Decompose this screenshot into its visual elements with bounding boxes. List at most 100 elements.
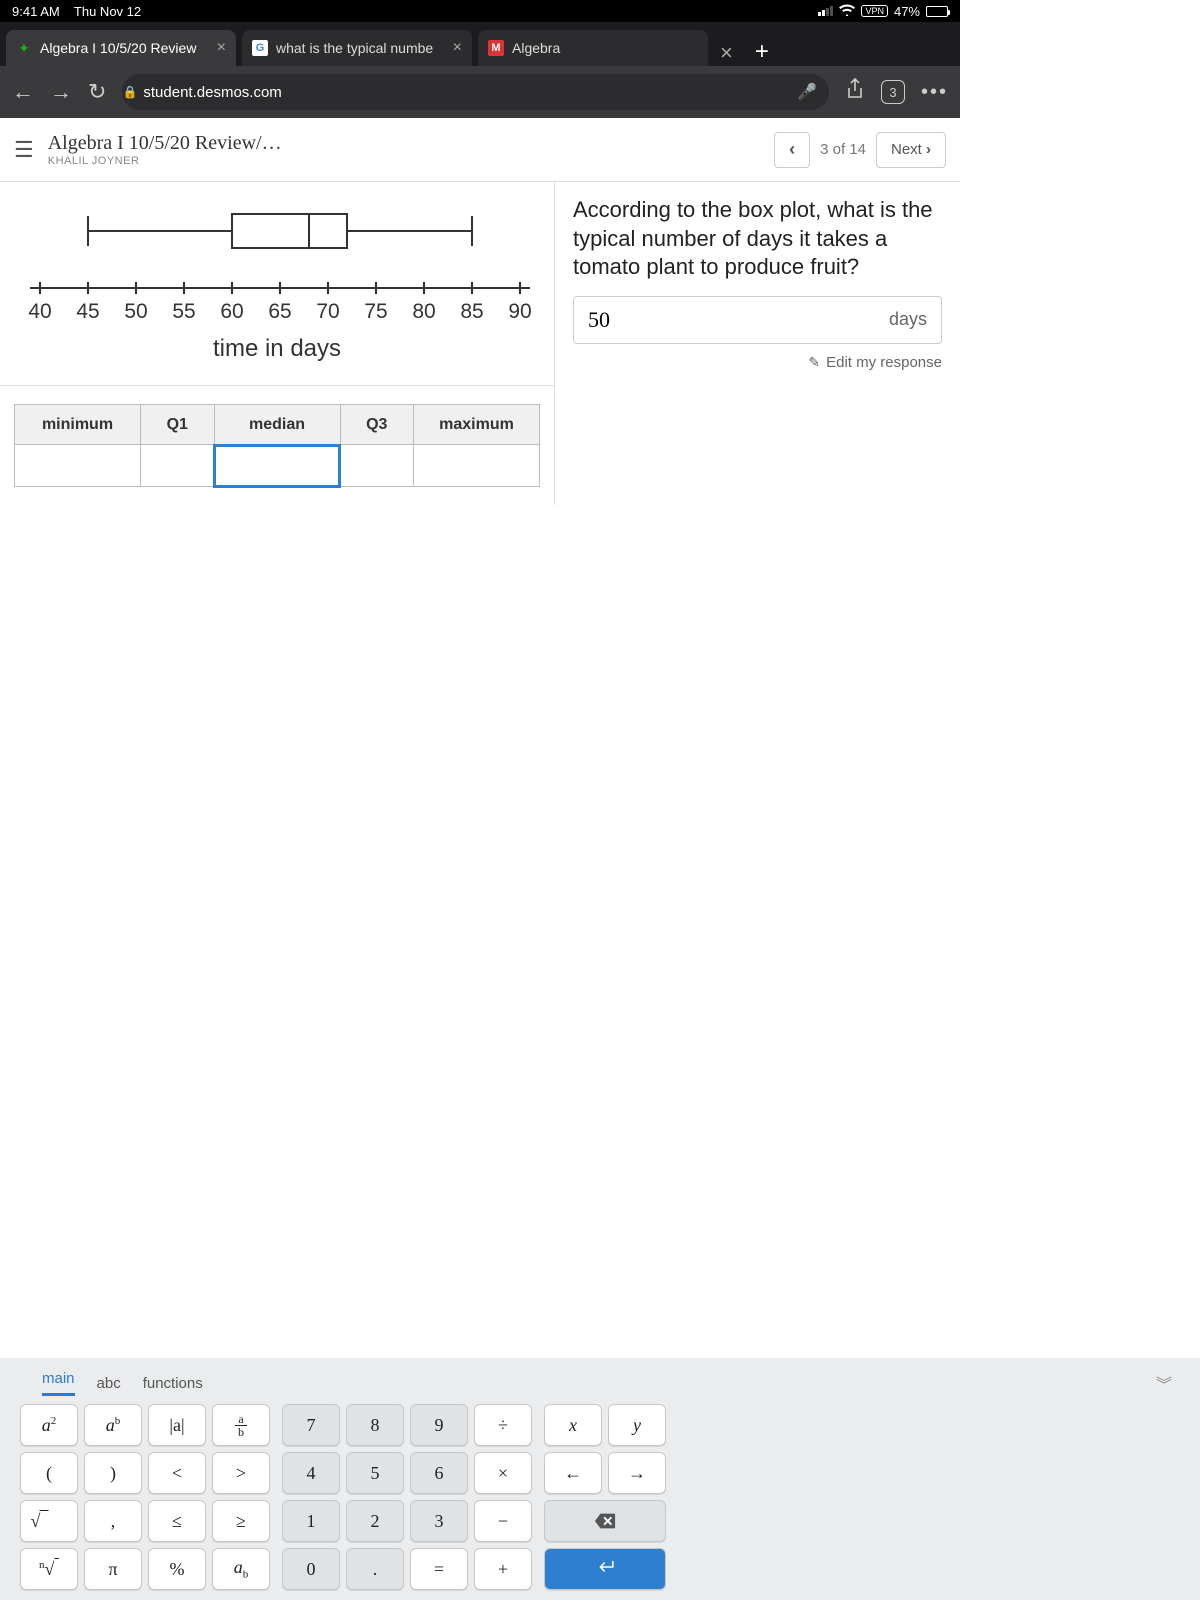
wifi-icon <box>839 4 855 19</box>
kb-tab-abc[interactable]: abc <box>97 1375 121 1392</box>
key-a-sub-b[interactable]: ab <box>212 1548 270 1590</box>
key-7[interactable]: 7 <box>282 1404 340 1446</box>
key-x[interactable]: x <box>544 1404 602 1446</box>
lock-icon: 🔒 <box>122 85 137 99</box>
svg-text:55: 55 <box>172 300 195 323</box>
kb-tab-functions[interactable]: functions <box>143 1375 203 1392</box>
key-sqrt[interactable]: √ <box>20 1500 78 1542</box>
cell-signal-icon <box>818 6 833 16</box>
next-screen-button[interactable]: Next › <box>876 132 946 168</box>
battery-icon <box>926 6 948 17</box>
collapse-keyboard-button[interactable]: ︾ <box>1156 1371 1172 1395</box>
enter-icon <box>594 1558 616 1581</box>
ipad-status-bar: 9:41 AM Thu Nov 12 VPN 47% <box>0 0 960 22</box>
key-le[interactable]: ≤ <box>148 1500 206 1542</box>
close-icon[interactable]: × <box>217 39 226 57</box>
cell-median[interactable] <box>214 445 340 487</box>
key-comma[interactable]: , <box>84 1500 142 1542</box>
key-minus[interactable]: − <box>474 1500 532 1542</box>
svg-text:40: 40 <box>28 300 51 323</box>
key-5[interactable]: 5 <box>346 1452 404 1494</box>
cell-minimum[interactable] <box>15 445 141 487</box>
google-icon: G <box>252 40 268 56</box>
edit-response-link[interactable]: ✎ Edit my response <box>573 354 942 371</box>
key-multiply[interactable]: × <box>474 1452 532 1494</box>
forward-button[interactable]: → <box>50 79 72 105</box>
reload-button[interactable]: ↻ <box>88 79 106 105</box>
cell-q1[interactable] <box>141 445 215 487</box>
svg-text:85: 85 <box>460 300 483 323</box>
tab-algebra-review[interactable]: ✦ Algebra I 10/5/20 Review × <box>6 30 236 66</box>
key-9[interactable]: 9 <box>410 1404 468 1446</box>
key-plus[interactable]: + <box>474 1548 532 1590</box>
col-q3: Q3 <box>340 405 414 445</box>
answer-unit: days <box>889 309 927 330</box>
key-4[interactable]: 4 <box>282 1452 340 1494</box>
col-maximum: maximum <box>414 405 540 445</box>
key-fraction[interactable]: ab <box>212 1404 270 1446</box>
key-a-squared[interactable]: a2 <box>20 1404 78 1446</box>
close-tab-button[interactable]: × <box>714 40 739 66</box>
key-3[interactable]: 3 <box>410 1500 468 1542</box>
key-ge[interactable]: ≥ <box>212 1500 270 1542</box>
key-percent[interactable]: % <box>148 1548 206 1590</box>
more-menu-button[interactable]: ••• <box>921 81 948 104</box>
key-pi[interactable]: π <box>84 1548 142 1590</box>
status-date: Thu Nov 12 <box>74 4 141 19</box>
key-8[interactable]: 8 <box>346 1404 404 1446</box>
key-equals[interactable]: = <box>410 1548 468 1590</box>
page-subtitle: KHALIL JOYNER <box>48 155 760 167</box>
key-right[interactable]: → <box>608 1452 666 1494</box>
menu-button[interactable]: ☰ <box>14 137 34 163</box>
key-2[interactable]: 2 <box>346 1500 404 1542</box>
key-divide[interactable]: ÷ <box>474 1404 532 1446</box>
key-lt[interactable]: < <box>148 1452 206 1494</box>
key-y[interactable]: y <box>608 1404 666 1446</box>
key-0[interactable]: 0 <box>282 1548 340 1590</box>
key-enter[interactable] <box>544 1548 666 1590</box>
page-title: Algebra I 10/5/20 Review/… <box>48 132 760 155</box>
key-nth-root[interactable]: n√ <box>20 1548 78 1590</box>
status-time: 9:41 AM <box>12 4 60 19</box>
col-median: median <box>214 405 340 445</box>
x-axis-label: time in days <box>10 331 544 375</box>
address-bar[interactable]: 🔒 student.desmos.com 🎤 <box>122 74 829 110</box>
key-left[interactable]: ← <box>544 1452 602 1494</box>
svg-text:70: 70 <box>316 300 339 323</box>
back-button[interactable]: ← <box>12 79 34 105</box>
screen-counter: 3 of 14 <box>820 141 866 158</box>
kb-tab-main[interactable]: main <box>42 1370 75 1396</box>
url-text: student.desmos.com <box>143 84 281 101</box>
key-abs[interactable]: |a| <box>148 1404 206 1446</box>
prev-screen-button[interactable]: ‹ <box>774 132 810 168</box>
tab-google-search[interactable]: G what is the typical numbe × <box>242 30 472 66</box>
svg-text:50: 50 <box>124 300 147 323</box>
browser-tabstrip: ✦ Algebra I 10/5/20 Review × G what is t… <box>0 22 960 66</box>
svg-text:80: 80 <box>412 300 435 323</box>
key-dot[interactable]: . <box>346 1548 404 1590</box>
activity-header: ☰ Algebra I 10/5/20 Review/… KHALIL JOYN… <box>0 118 960 182</box>
key-a-power-b[interactable]: ab <box>84 1404 142 1446</box>
content-area: 4045505560657075808590 time in days mini… <box>0 182 960 505</box>
key-lparen[interactable]: ( <box>20 1452 78 1494</box>
tab-label: Algebra <box>512 40 560 56</box>
summary-table[interactable]: minimum Q1 median Q3 maximum <box>0 386 554 505</box>
close-icon[interactable]: × <box>453 39 462 57</box>
key-rparen[interactable]: ) <box>84 1452 142 1494</box>
tab-algebra[interactable]: M Algebra <box>478 30 708 66</box>
box-plot: 4045505560657075808590 time in days <box>0 182 554 386</box>
svg-text:75: 75 <box>364 300 387 323</box>
answer-input[interactable]: 50 days <box>573 296 942 344</box>
svg-text:60: 60 <box>220 300 243 323</box>
cell-q3[interactable] <box>340 445 414 487</box>
key-6[interactable]: 6 <box>410 1452 468 1494</box>
tab-count-button[interactable]: 3 <box>881 80 905 104</box>
share-button[interactable] <box>845 78 865 106</box>
key-backspace[interactable] <box>544 1500 666 1542</box>
key-gt[interactable]: > <box>212 1452 270 1494</box>
mic-icon[interactable]: 🎤 <box>797 82 817 102</box>
cell-maximum[interactable] <box>414 445 540 487</box>
answer-value: 50 <box>588 307 610 333</box>
key-1[interactable]: 1 <box>282 1500 340 1542</box>
new-tab-button[interactable]: + <box>745 38 779 66</box>
